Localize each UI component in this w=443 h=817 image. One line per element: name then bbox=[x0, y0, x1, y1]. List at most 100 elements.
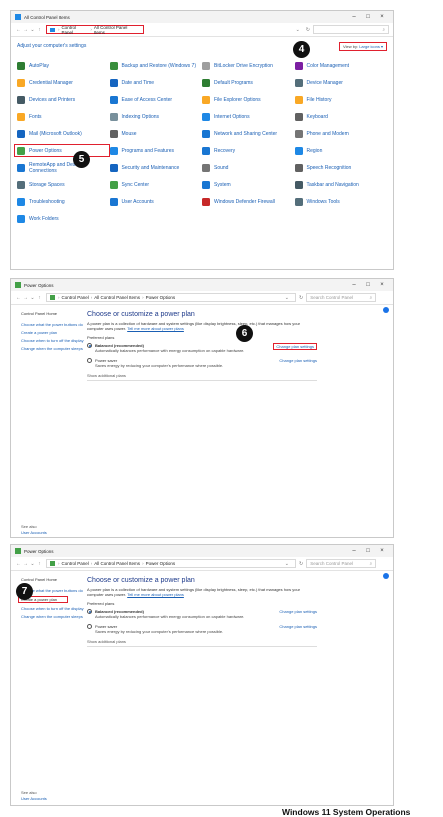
control-panel-item[interactable]: Color Management bbox=[294, 59, 388, 72]
breadcrumb-power-options[interactable]: Power Options bbox=[146, 295, 176, 300]
change-plan-settings-link[interactable]: Change plan settings bbox=[279, 609, 317, 614]
forward-arrow-icon[interactable]: → bbox=[22, 27, 29, 33]
control-panel-item[interactable]: Speech Recognition bbox=[294, 161, 388, 174]
chevron-down-icon[interactable]: ⌄ bbox=[285, 561, 289, 567]
user-accounts-link[interactable]: User Accounts bbox=[21, 796, 47, 801]
close-button[interactable]: × bbox=[375, 14, 389, 20]
chevron-down-icon[interactable]: ⌄ bbox=[29, 27, 36, 33]
breadcrumb-all-items[interactable]: All Control Panel Items bbox=[94, 25, 139, 35]
balanced-radio[interactable] bbox=[87, 609, 92, 614]
up-arrow-icon[interactable]: ↑ bbox=[36, 295, 43, 301]
control-panel-item[interactable]: Mouse bbox=[109, 127, 203, 140]
back-arrow-icon[interactable]: ← bbox=[15, 295, 22, 301]
back-arrow-icon[interactable]: ← bbox=[15, 27, 22, 33]
control-panel-item[interactable]: Devices and Printers bbox=[17, 93, 110, 106]
control-panel-item[interactable]: Backup and Restore (Windows 7) bbox=[109, 59, 203, 72]
up-arrow-icon[interactable]: ↑ bbox=[36, 27, 43, 33]
power-buttons-link[interactable]: Choose what the power buttons do bbox=[21, 322, 89, 327]
forward-arrow-icon[interactable]: → bbox=[22, 561, 29, 567]
search-input[interactable]: Search Control Panel ⌕ bbox=[306, 559, 377, 568]
computer-sleeps-link[interactable]: Change when the computer sleeps bbox=[21, 346, 89, 351]
breadcrumb-control-panel[interactable]: Control Panel bbox=[62, 561, 89, 566]
chevron-down-icon[interactable]: ⌄ bbox=[296, 27, 300, 33]
control-panel-home-link[interactable]: Control Panel Home bbox=[21, 311, 89, 316]
control-panel-item[interactable]: Ease of Access Center bbox=[109, 93, 203, 106]
control-panel-item[interactable]: RemoteApp and Desktop Connections bbox=[17, 161, 110, 174]
control-panel-item[interactable]: File Explorer Options bbox=[202, 93, 295, 106]
chevron-down-icon[interactable]: ⌄ bbox=[29, 295, 36, 301]
breadcrumb[interactable]: › Control Panel › All Control Panel Item… bbox=[46, 25, 144, 35]
view-by-selector[interactable]: View by: Large icons ▾ bbox=[339, 41, 387, 51]
breadcrumb-all-items[interactable]: All Control Panel Items bbox=[94, 295, 140, 300]
change-plan-settings-link[interactable]: Change plan settings bbox=[279, 624, 317, 629]
search-input[interactable]: Search Control Panel ⌕ bbox=[306, 293, 377, 302]
control-panel-item[interactable]: File History bbox=[294, 93, 388, 106]
show-additional-plans[interactable]: Show additional plans bbox=[87, 639, 317, 647]
maximize-button[interactable]: □ bbox=[361, 14, 375, 20]
turn-off-display-link[interactable]: Choose when to turn off the display bbox=[21, 338, 89, 343]
minimize-button[interactable]: – bbox=[347, 14, 361, 20]
breadcrumb[interactable]: › Control Panel › All Control Panel Item… bbox=[46, 293, 296, 302]
control-panel-item[interactable]: Storage Spaces bbox=[17, 178, 110, 191]
more-about-plans-link[interactable]: Tell me more about power plans bbox=[127, 326, 184, 331]
close-button[interactable]: × bbox=[375, 282, 389, 288]
refresh-icon[interactable]: ↻ bbox=[306, 27, 310, 33]
control-panel-item[interactable]: Mail (Microsoft Outlook) bbox=[17, 127, 110, 140]
more-about-plans-link[interactable]: Tell me more about power plans bbox=[127, 592, 184, 597]
control-panel-item[interactable]: Indexing Options bbox=[109, 110, 203, 123]
view-by-value[interactable]: Large icons ▾ bbox=[359, 44, 383, 49]
control-panel-item[interactable]: Power Options bbox=[14, 144, 110, 157]
minimize-button[interactable]: – bbox=[347, 282, 361, 288]
control-panel-item[interactable]: Recovery bbox=[202, 144, 295, 157]
chevron-down-icon[interactable]: ⌄ bbox=[29, 561, 36, 567]
control-panel-home-link[interactable]: Control Panel Home bbox=[21, 577, 89, 582]
control-panel-item[interactable]: Region bbox=[294, 144, 388, 157]
control-panel-item[interactable]: Internet Options bbox=[202, 110, 295, 123]
help-icon[interactable] bbox=[383, 307, 389, 313]
control-panel-item[interactable]: Sync Center bbox=[109, 178, 203, 191]
control-panel-item[interactable]: Windows Tools bbox=[294, 195, 388, 208]
change-plan-settings-link[interactable]: Change plan settings bbox=[273, 343, 317, 350]
control-panel-item[interactable]: Credential Manager bbox=[17, 76, 110, 89]
refresh-icon[interactable]: ↻ bbox=[299, 295, 303, 301]
control-panel-item[interactable]: System bbox=[202, 178, 295, 191]
search-input[interactable]: ⌕ bbox=[313, 25, 389, 34]
control-panel-item[interactable]: Programs and Features bbox=[109, 144, 203, 157]
computer-sleeps-link[interactable]: Change when the computer sleeps bbox=[21, 614, 89, 619]
plan-balanced[interactable]: Balanced (recommended) Automatically bal… bbox=[87, 343, 317, 353]
control-panel-item[interactable]: Device Manager bbox=[294, 76, 388, 89]
back-arrow-icon[interactable]: ← bbox=[15, 561, 22, 567]
control-panel-item[interactable]: Work Folders bbox=[17, 212, 110, 225]
control-panel-item[interactable]: Troubleshooting bbox=[17, 195, 110, 208]
control-panel-item[interactable]: User Accounts bbox=[109, 195, 203, 208]
plan-power-saver[interactable]: Power saver Saves energy by reducing you… bbox=[87, 358, 317, 368]
control-panel-item[interactable]: Security and Maintenance bbox=[109, 161, 203, 174]
up-arrow-icon[interactable]: ↑ bbox=[36, 561, 43, 567]
control-panel-item[interactable]: Phone and Modem bbox=[294, 127, 388, 140]
control-panel-item[interactable]: Date and Time bbox=[109, 76, 203, 89]
breadcrumb[interactable]: › Control Panel › All Control Panel Item… bbox=[46, 559, 296, 568]
control-panel-item[interactable]: Keyboard bbox=[294, 110, 388, 123]
show-additional-plans[interactable]: Show additional plans bbox=[87, 373, 317, 381]
turn-off-display-link[interactable]: Choose when to turn off the display bbox=[21, 606, 89, 611]
balanced-radio[interactable] bbox=[87, 343, 92, 348]
minimize-button[interactable]: – bbox=[347, 548, 361, 554]
control-panel-item[interactable]: Network and Sharing Center bbox=[202, 127, 295, 140]
chevron-down-icon[interactable]: ⌄ bbox=[285, 295, 289, 301]
plan-power-saver[interactable]: Power saver Saves energy by reducing you… bbox=[87, 624, 317, 634]
power-saver-radio[interactable] bbox=[87, 358, 92, 363]
breadcrumb-all-items[interactable]: All Control Panel Items bbox=[94, 561, 140, 566]
control-panel-item[interactable]: AutoPlay bbox=[17, 59, 110, 72]
help-icon[interactable] bbox=[383, 573, 389, 579]
control-panel-item[interactable]: Fonts bbox=[17, 110, 110, 123]
close-button[interactable]: × bbox=[375, 548, 389, 554]
control-panel-item[interactable]: BitLocker Drive Encryption bbox=[202, 59, 295, 72]
control-panel-item[interactable]: Default Programs bbox=[202, 76, 295, 89]
control-panel-item[interactable]: Windows Defender Firewall bbox=[202, 195, 295, 208]
control-panel-item[interactable]: Sound bbox=[202, 161, 295, 174]
control-panel-item[interactable]: Taskbar and Navigation bbox=[294, 178, 388, 191]
plan-balanced[interactable]: Balanced (recommended) Automatically bal… bbox=[87, 609, 317, 619]
maximize-button[interactable]: □ bbox=[361, 282, 375, 288]
forward-arrow-icon[interactable]: → bbox=[22, 295, 29, 301]
power-saver-radio[interactable] bbox=[87, 624, 92, 629]
